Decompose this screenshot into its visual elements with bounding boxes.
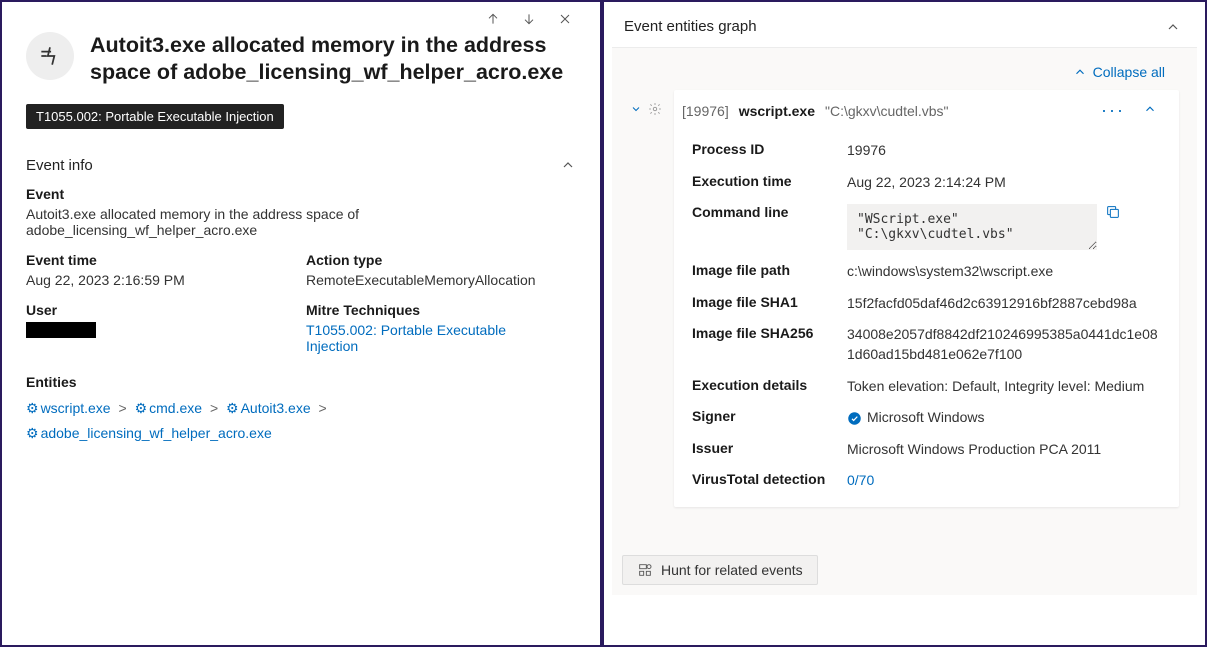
gear-icon: ⚙: [135, 400, 148, 416]
table-row: Issuer Microsoft Windows Production PCA …: [692, 434, 1161, 466]
copy-icon[interactable]: [1105, 204, 1121, 220]
table-row: Execution time Aug 22, 2023 2:14:24 PM: [692, 167, 1161, 199]
gear-icon: ⚙: [26, 425, 39, 441]
event-info-label: Event info: [26, 157, 93, 174]
detail-value: c:\windows\system32\wscript.exe: [847, 262, 1161, 282]
detail-value: Microsoft Windows: [847, 408, 1161, 428]
breadcrumb-separator: >: [319, 400, 327, 416]
entity-link[interactable]: adobe_licensing_wf_helper_acro.exe: [41, 425, 272, 441]
detail-label: Image file SHA256: [692, 325, 837, 341]
signer-name: Microsoft Windows: [867, 409, 984, 425]
chevron-up-icon[interactable]: [1143, 102, 1157, 119]
process-pid-bracket: [19976]: [682, 103, 729, 119]
table-row: Execution details Token elevation: Defau…: [692, 371, 1161, 403]
event-text: Autoit3.exe allocated memory in the addr…: [26, 206, 411, 238]
detail-value: 15f2facfd05daf46d2c63912916bf2887cebd98a: [847, 294, 1161, 314]
entity-link[interactable]: Autoit3.exe: [241, 400, 311, 416]
detail-label: VirusTotal detection: [692, 471, 837, 487]
collapse-all-label: Collapse all: [1093, 64, 1165, 80]
graph-panel-header[interactable]: Event entities graph: [612, 10, 1197, 47]
chevron-down-icon[interactable]: [630, 102, 644, 118]
hunt-button-label: Hunt for related events: [661, 562, 803, 578]
table-row: Process ID 19976: [692, 135, 1161, 167]
entities-breadcrumb: ⚙wscript.exe > ⚙cmd.exe > ⚙Autoit3.exe >…: [26, 396, 576, 446]
close-icon[interactable]: [556, 10, 574, 28]
detail-label: Signer: [692, 408, 837, 424]
event-title: Autoit3.exe allocated memory in the addr…: [90, 32, 576, 86]
action-type-value: RemoteExecutableMemoryAllocation: [306, 272, 576, 288]
gear-icon: [648, 102, 664, 118]
detail-value: Microsoft Windows Production PCA 2011: [847, 440, 1161, 460]
detail-label: Execution details: [692, 377, 837, 393]
detail-label: Issuer: [692, 440, 837, 456]
user-label: User: [26, 302, 296, 318]
entities-label: Entities: [26, 374, 576, 390]
hunt-related-events-button[interactable]: Hunt for related events: [622, 555, 818, 585]
table-row: Signer Microsoft Windows: [692, 402, 1161, 434]
breadcrumb-separator: >: [210, 400, 218, 416]
mitre-techniques-label: Mitre Techniques: [306, 302, 576, 318]
process-name: wscript.exe: [739, 103, 815, 119]
more-menu-icon[interactable]: ···: [1101, 100, 1125, 121]
verified-badge-icon: [847, 411, 862, 426]
detail-value: 19976: [847, 141, 1161, 161]
chevron-up-icon[interactable]: [1165, 19, 1181, 35]
gear-icon: ⚙: [26, 400, 39, 416]
up-arrow-icon[interactable]: [484, 10, 502, 28]
entity-link[interactable]: cmd.exe: [149, 400, 202, 416]
graph-body: Collapse all [19976] wscript.exe "C:\gkx…: [612, 47, 1197, 595]
detail-label: Process ID: [692, 141, 837, 157]
event-header: Autoit3.exe allocated memory in the addr…: [26, 32, 576, 86]
detail-value: 34008e2057df8842df210246995385a0441dc1e0…: [847, 325, 1161, 364]
collapse-all-row: Collapse all: [624, 58, 1185, 90]
process-args: "C:\gkxv\cudtel.vbs": [825, 103, 1083, 119]
detail-label: Image file path: [692, 262, 837, 278]
collapse-all-button[interactable]: Collapse all: [1073, 64, 1165, 80]
graph-panel-title: Event entities graph: [624, 18, 757, 35]
process-detail-table: Process ID 19976 Execution time Aug 22, …: [674, 131, 1179, 507]
action-type-label: Action type: [306, 252, 576, 268]
table-row: Image file path c:\windows\system32\wscr…: [692, 256, 1161, 288]
event-label: Event: [26, 186, 576, 202]
process-node: [19976] wscript.exe "C:\gkxv\cudtel.vbs"…: [674, 90, 1179, 507]
user-redacted: [26, 322, 96, 338]
detail-value: Token elevation: Default, Integrity leve…: [847, 377, 1161, 397]
event-time-value: Aug 22, 2023 2:16:59 PM: [26, 272, 296, 288]
entities-graph-panel: Event entities graph Collapse all [19976…: [602, 0, 1207, 647]
table-row: Image file SHA256 34008e2057df8842df2102…: [692, 319, 1161, 370]
process-node-header[interactable]: [19976] wscript.exe "C:\gkxv\cudtel.vbs"…: [674, 90, 1179, 131]
command-line-box[interactable]: "WScript.exe" "C:\gkxv\cudtel.vbs": [847, 204, 1097, 250]
down-arrow-icon[interactable]: [520, 10, 538, 28]
chevron-up-icon[interactable]: [560, 157, 576, 173]
gear-icon: ⚙: [226, 400, 239, 416]
breadcrumb-separator: >: [118, 400, 126, 416]
mitre-technique-link[interactable]: T1055.002: Portable Executable Injection: [306, 322, 522, 354]
table-row: Command line "WScript.exe" "C:\gkxv\cudt…: [692, 198, 1161, 256]
table-row: Image file SHA1 15f2facfd05daf46d2c63912…: [692, 288, 1161, 320]
event-info-header[interactable]: Event info: [26, 157, 576, 174]
event-time-label: Event time: [26, 252, 296, 268]
virustotal-link[interactable]: 0/70: [847, 471, 1161, 491]
detail-value: Aug 22, 2023 2:14:24 PM: [847, 173, 1161, 193]
mitre-tag[interactable]: T1055.002: Portable Executable Injection: [26, 104, 284, 129]
detail-label: Execution time: [692, 173, 837, 189]
lightning-icon: [26, 32, 74, 80]
detail-label: Image file SHA1: [692, 294, 837, 310]
entity-link[interactable]: wscript.exe: [41, 400, 111, 416]
event-detail-panel: Autoit3.exe allocated memory in the addr…: [0, 0, 602, 647]
panel-top-actions: [26, 10, 576, 28]
table-row: VirusTotal detection 0/70: [692, 465, 1161, 497]
detail-label: Command line: [692, 204, 837, 220]
